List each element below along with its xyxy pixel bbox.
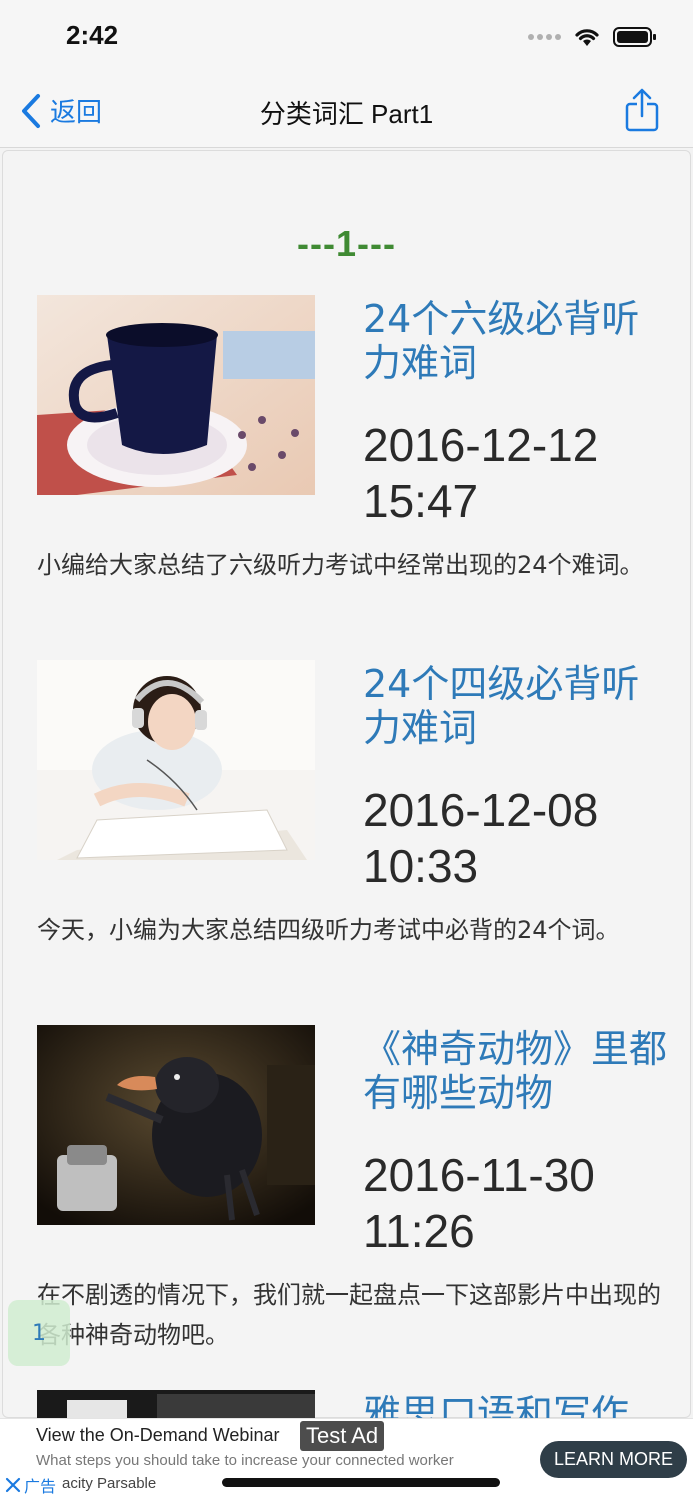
- floating-page-badge[interactable]: 1: [8, 1300, 70, 1366]
- article-item[interactable]: 雅思口语和写作: [37, 1390, 667, 1418]
- page-title: 分类词汇 Part1: [259, 99, 434, 129]
- article-summary: 今天，小编为大家总结四级听力考试中必背的24个词。: [37, 916, 620, 944]
- close-icon: [5, 1477, 21, 1493]
- article-thumbnail: [37, 295, 315, 495]
- learn-more-button[interactable]: LEARN MORE: [539, 1441, 687, 1478]
- article-list[interactable]: ---1--- 24个六级必背听力难词 2016-12-12 15:47 小编给…: [0, 150, 693, 1418]
- article-thumbnail: [37, 1025, 315, 1225]
- status-bar: 2:42: [0, 0, 693, 76]
- article-thumbnail: [37, 660, 315, 860]
- wifi-icon: [575, 29, 599, 46]
- article-item[interactable]: 《神奇动物》里都有哪些动物 2016-11-30 11:26 在不剧透的情况下，…: [37, 1025, 667, 1355]
- ad-close-label: 广告: [24, 1477, 57, 1496]
- ad-banner[interactable]: View the On-Demand Webinar Test Ad What …: [0, 1418, 693, 1500]
- ad-close-button[interactable]: 广告: [4, 1473, 56, 1497]
- article-title: 《神奇动物》里都有哪些动物: [363, 1027, 668, 1115]
- ad-subtitle: What steps you should take to increase y…: [36, 1452, 454, 1469]
- navigation-bar: 返回 分类词汇 Part1: [0, 76, 693, 148]
- article-date: 2016-12-08 10:33: [363, 784, 599, 892]
- battery-icon: [613, 27, 656, 47]
- article-title: 24个四级必背听力难词: [363, 662, 640, 750]
- ad-test-label: Test Ad: [300, 1421, 385, 1451]
- article-date: 2016-12-12 15:47: [363, 419, 599, 527]
- home-indicator[interactable]: [222, 1478, 500, 1487]
- status-time: 2:42: [66, 20, 119, 50]
- article-title: 雅思口语和写作: [363, 1392, 630, 1418]
- article-item[interactable]: 24个六级必背听力难词 2016-12-12 15:47 小编给大家总结了六级听…: [37, 295, 667, 625]
- page-number-heading: ---1---: [297, 223, 396, 264]
- article-thumbnail: [37, 1390, 315, 1418]
- ad-sponsor: acity Parsable: [62, 1475, 157, 1492]
- article-summary: 在不剧透的情况下，我们就一起盘点一下这部影片中出现的各种神奇动物吧。: [37, 1281, 661, 1349]
- cellular-signal-icon: [528, 34, 561, 40]
- article-item[interactable]: 24个四级必背听力难词 2016-12-08 10:33 今天，小编为大家总结四…: [37, 660, 667, 990]
- article-date: 2016-11-30 11:26: [363, 1149, 595, 1257]
- ad-title[interactable]: View the On-Demand Webinar: [36, 1425, 279, 1446]
- status-icons: [528, 26, 657, 48]
- content-frame: ---1--- 24个六级必背听力难词 2016-12-12 15:47 小编给…: [2, 150, 691, 1418]
- article-summary: 小编给大家总结了六级听力考试中经常出现的24个难词。: [37, 551, 644, 579]
- article-title: 24个六级必背听力难词: [363, 297, 640, 385]
- share-icon: [625, 88, 659, 132]
- share-button[interactable]: [625, 88, 659, 136]
